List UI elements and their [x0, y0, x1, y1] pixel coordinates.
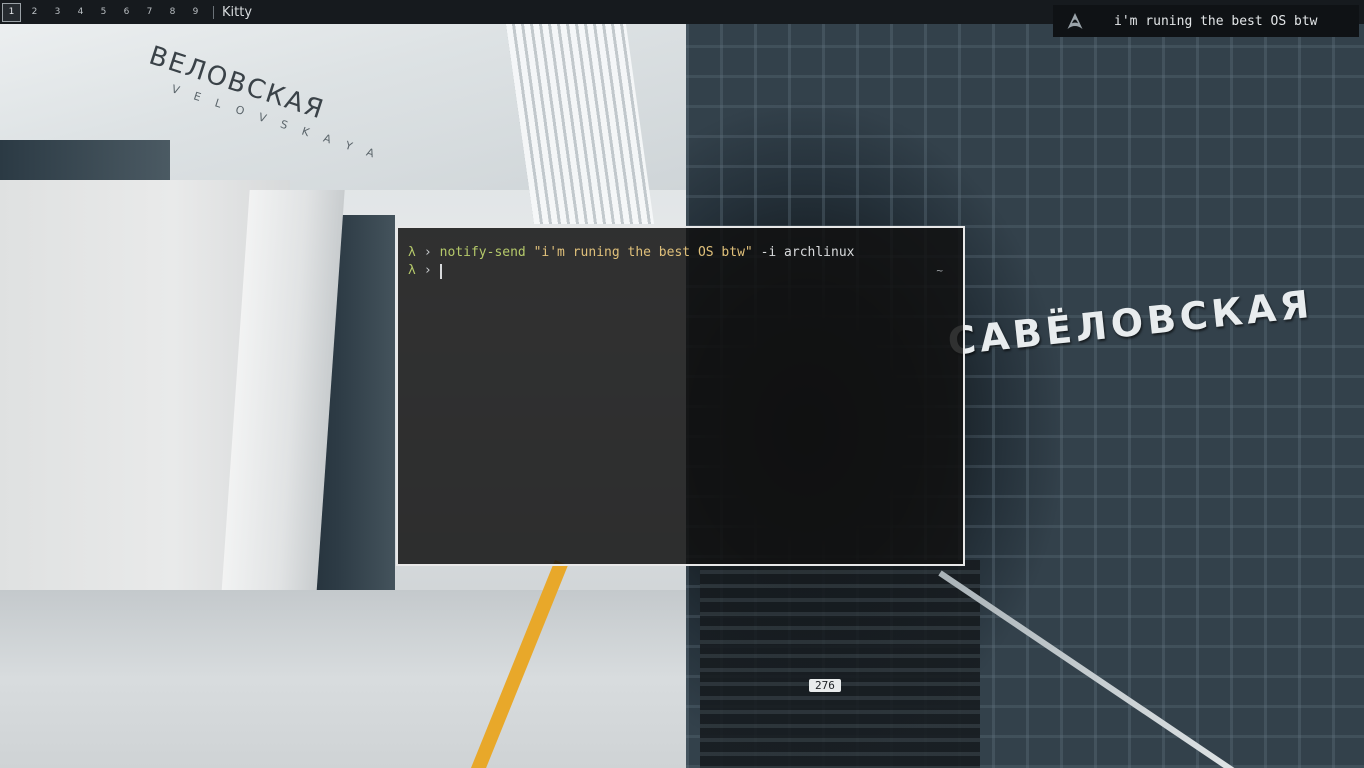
- terminal-input-line[interactable]: λ ›: [408, 262, 945, 280]
- prompt-arrow: ›: [423, 263, 432, 278]
- current-directory-indicator: ~: [936, 264, 943, 277]
- prompt-lambda: λ: [408, 263, 416, 278]
- workspace-6[interactable]: 6: [117, 3, 136, 22]
- workspace-4[interactable]: 4: [71, 3, 90, 22]
- terminal-history-line: λ › notify-send "i'm runing the best OS …: [408, 244, 945, 262]
- workspace-8[interactable]: 8: [163, 3, 182, 22]
- bar-separator: [213, 5, 214, 19]
- command-flags: -i archlinux: [760, 245, 855, 260]
- notification-popup[interactable]: i'm runing the best OS btw: [1053, 5, 1359, 37]
- wallpaper-track-number: 276: [809, 679, 841, 692]
- workspace-list: 1 2 3 4 5 6 7 8 9: [0, 0, 209, 24]
- workspace-1[interactable]: 1: [2, 2, 21, 22]
- command-name: notify-send: [439, 245, 526, 260]
- text-cursor: [439, 263, 442, 279]
- archlinux-icon: [1066, 12, 1084, 30]
- command-string-argument: "i'm runing the best OS btw": [533, 245, 753, 260]
- notification-message: i'm runing the best OS btw: [1114, 13, 1318, 29]
- wallpaper-floor: [0, 590, 686, 768]
- prompt-lambda: λ: [408, 245, 416, 260]
- prompt-arrow: ›: [423, 245, 432, 260]
- workspace-7[interactable]: 7: [140, 3, 159, 22]
- desktop: ВЕЛОВСКАЯ V E L O V S K A Y A САВЁЛОВСКА…: [0, 0, 1364, 768]
- wallpaper-stripe: [0, 140, 170, 180]
- workspace-5[interactable]: 5: [94, 3, 113, 22]
- terminal-content[interactable]: λ › notify-send "i'm runing the best OS …: [408, 244, 945, 280]
- kitty-terminal-window[interactable]: λ › notify-send "i'm runing the best OS …: [396, 226, 965, 566]
- workspace-9[interactable]: 9: [186, 3, 205, 22]
- workspace-2[interactable]: 2: [25, 3, 44, 22]
- active-window-title: Kitty: [222, 4, 253, 20]
- workspace-3[interactable]: 3: [48, 3, 67, 22]
- wallpaper-track: [700, 560, 980, 768]
